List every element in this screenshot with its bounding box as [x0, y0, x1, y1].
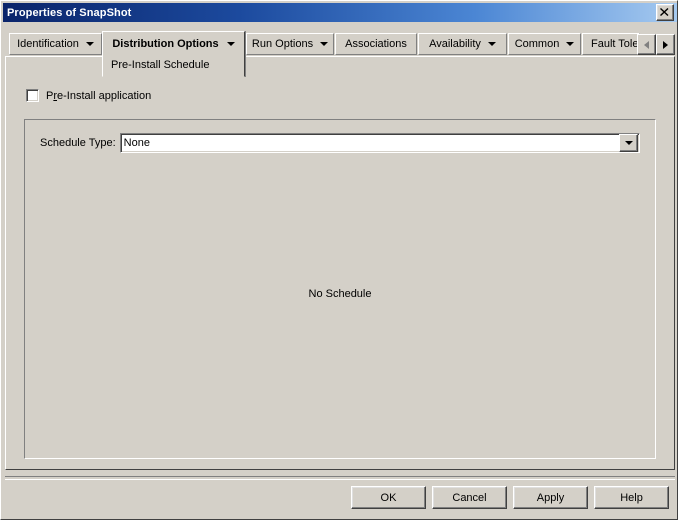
- window-title: Properties of SnapShot: [7, 6, 132, 19]
- schedule-type-combobox[interactable]: None: [119, 133, 640, 153]
- dialog-button-bar: OK Cancel Apply Help: [351, 486, 669, 509]
- preinstall-application-checkbox[interactable]: [26, 89, 39, 102]
- tab-scroll-right-button[interactable]: [656, 34, 675, 55]
- tab-run-options[interactable]: Run Options: [246, 33, 334, 55]
- tab-label: Availability: [429, 38, 481, 50]
- schedule-type-row: Schedule Type: None: [40, 133, 640, 153]
- tab-identification[interactable]: Identification: [9, 33, 102, 55]
- tab-availability[interactable]: Availability: [418, 33, 507, 55]
- chevron-down-icon: [566, 42, 575, 46]
- title-bar-buttons: [656, 4, 677, 21]
- tab-scroll-buttons: [637, 34, 675, 55]
- chevron-down-icon: [226, 41, 235, 46]
- tab-label: Common: [514, 38, 560, 50]
- scroll-left-icon: [644, 40, 649, 49]
- no-schedule-message: No Schedule: [308, 288, 372, 300]
- chevron-down-icon: [320, 42, 329, 46]
- tab-page-distribution-options: Pre-Install application Schedule Type: N…: [5, 56, 675, 470]
- preinstall-application-label: Pre-Install application: [46, 90, 151, 102]
- tab-label: Identification: [17, 38, 79, 50]
- help-button[interactable]: Help: [594, 486, 669, 509]
- ok-button[interactable]: OK: [351, 486, 426, 509]
- title-bar[interactable]: Properties of SnapShot: [3, 3, 677, 22]
- tab-label: Fault Toleran: [591, 38, 639, 50]
- properties-dialog: Properties of SnapShot Identification Di…: [0, 0, 678, 520]
- schedule-type-dropdown-button[interactable]: [619, 134, 638, 152]
- chevron-down-icon: [487, 42, 496, 46]
- tab-sub-label: Pre-Install Schedule: [111, 59, 210, 71]
- chevron-down-icon: [85, 42, 94, 46]
- label-part-after: e-Install application: [57, 89, 152, 102]
- apply-button[interactable]: Apply: [513, 486, 588, 509]
- tab-associations[interactable]: Associations: [335, 33, 417, 55]
- scroll-right-icon: [663, 40, 668, 49]
- tab-scroll-left-button[interactable]: [637, 34, 656, 55]
- tab-common[interactable]: Common: [508, 33, 581, 55]
- tab-distribution-options-header: Distribution Options: [103, 32, 244, 55]
- schedule-group-panel: Schedule Type: None No Schedule: [24, 119, 656, 459]
- tab-label: Run Options: [251, 38, 314, 50]
- tab-fault-tolerance[interactable]: Fault Toleran: [582, 33, 640, 55]
- chevron-down-icon: [624, 141, 633, 145]
- preinstall-application-row[interactable]: Pre-Install application: [26, 89, 151, 102]
- close-button[interactable]: [656, 4, 674, 21]
- button-bar-separator: [5, 476, 675, 480]
- close-icon: [660, 8, 669, 16]
- schedule-type-value: None: [123, 137, 150, 149]
- tab-distribution-options[interactable]: Distribution Options Pre-Install Schedul…: [102, 31, 245, 77]
- schedule-type-label: Schedule Type:: [40, 137, 116, 149]
- tab-strip: Identification Distribution Options Pre-…: [5, 31, 675, 77]
- tab-label: Distribution Options: [112, 37, 219, 50]
- cancel-button[interactable]: Cancel: [432, 486, 507, 509]
- tab-label: Associations: [345, 38, 407, 50]
